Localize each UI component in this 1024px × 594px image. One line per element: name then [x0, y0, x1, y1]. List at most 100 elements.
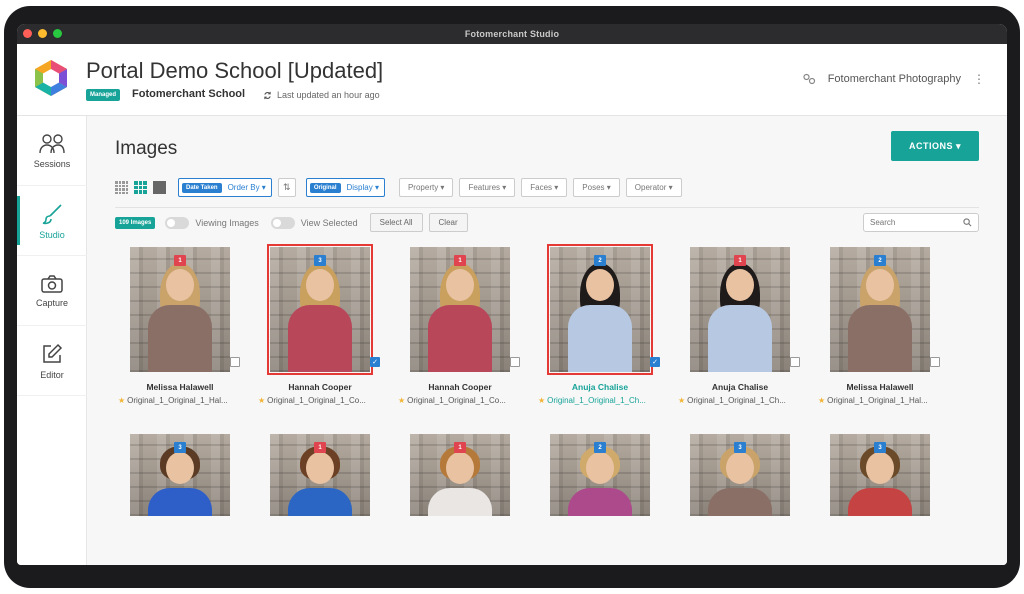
- pose-badge: 1: [734, 255, 746, 266]
- student-name: Melissa Halawell: [846, 382, 914, 392]
- page-title: Images: [115, 138, 178, 159]
- pose-badge: 3: [874, 442, 886, 453]
- order-chip: Date Taken: [182, 182, 222, 193]
- image-card[interactable]: 3: [830, 434, 970, 516]
- sidebar-item-label: Studio: [39, 229, 65, 240]
- pose-badge: 2: [594, 255, 606, 266]
- search-icon[interactable]: [963, 218, 972, 227]
- student-name: Hannah Cooper: [428, 382, 492, 392]
- display-chip: Original: [309, 182, 341, 193]
- search-input[interactable]: [870, 218, 963, 227]
- image-count-badge: 109 Images: [115, 216, 156, 229]
- project-title: Portal Demo School [Updated]: [86, 58, 384, 83]
- search-box[interactable]: [863, 213, 979, 232]
- image-card[interactable]: 1: [270, 434, 410, 516]
- brush-icon: [42, 203, 62, 224]
- sidebar-item-capture[interactable]: Capture: [17, 256, 87, 326]
- select-checkbox[interactable]: ✓: [370, 357, 380, 367]
- file-name: ★ Original_1_Original_1_Hal...: [818, 396, 928, 405]
- image-thumbnail[interactable]: 3: [830, 434, 930, 516]
- pose-badge: 1: [454, 442, 466, 453]
- pose-badge: 1: [454, 255, 466, 266]
- poses-filter[interactable]: Poses ▾: [573, 178, 620, 197]
- file-name: ★ Original_1_Original_1_Co...: [398, 396, 506, 405]
- image-card[interactable]: 3 ✓ Hannah Cooper ★ Original_1_Original_1…: [258, 244, 410, 405]
- display-label: Display ▾: [346, 183, 379, 192]
- image-card[interactable]: 3: [130, 434, 270, 516]
- order-by-dropdown[interactable]: Date Taken Order By ▾: [178, 178, 272, 197]
- image-thumbnail[interactable]: 1: [410, 247, 520, 372]
- features-filter[interactable]: Features ▾: [459, 178, 516, 197]
- header-right: Fotomerchant Photography ⋮: [802, 72, 985, 86]
- select-checkbox[interactable]: [930, 357, 940, 367]
- student-name: Melissa Halawell: [146, 382, 214, 392]
- image-thumbnail[interactable]: 3: [130, 434, 230, 516]
- image-card[interactable]: 3: [690, 434, 830, 516]
- edit-icon: [43, 343, 63, 363]
- actions-button[interactable]: ACTIONS ▾: [891, 131, 979, 161]
- display-dropdown[interactable]: Original Display ▾: [305, 178, 385, 197]
- close-window-button[interactable]: [23, 29, 32, 38]
- image-thumbnail[interactable]: 1: [130, 247, 240, 372]
- select-checkbox[interactable]: [230, 357, 240, 367]
- organization-name[interactable]: Fotomerchant Photography: [828, 73, 961, 85]
- pose-badge: 3: [734, 442, 746, 453]
- image-card[interactable]: 1 Hannah Cooper ★ Original_1_Original_1_C…: [398, 247, 550, 405]
- window-controls: [23, 29, 62, 38]
- image-thumbnail[interactable]: 2: [550, 434, 650, 516]
- sync-icon[interactable]: [263, 91, 272, 100]
- operator-filter[interactable]: Operator ▾: [625, 178, 682, 197]
- image-card[interactable]: 2: [550, 434, 690, 516]
- app-window: Fotomerchant Studio Portal Demo School […: [17, 24, 1007, 565]
- image-card[interactable]: 2 ✓ Anuja Chalise ★ Original_1_Original_1…: [538, 244, 690, 405]
- clear-button[interactable]: Clear: [428, 213, 468, 232]
- main-content: Images ACTIONS ▾ Date Taken Order By ▾ ⇅…: [87, 116, 1007, 565]
- file-name: ★ Original_1_Original_1_Ch...: [538, 396, 646, 405]
- viewing-images-toggle[interactable]: [165, 216, 190, 229]
- sidebar-item-sessions[interactable]: Sessions: [17, 116, 87, 186]
- select-checkbox[interactable]: [790, 357, 800, 367]
- image-thumbnail[interactable]: 3: [690, 434, 790, 516]
- more-options-icon[interactable]: ⋮: [973, 72, 985, 86]
- pose-badge: 2: [874, 255, 886, 266]
- medium-grid-icon[interactable]: [134, 181, 147, 194]
- faces-filter[interactable]: Faces ▾: [521, 178, 568, 197]
- rating-star-icon: ★: [818, 396, 826, 405]
- image-thumbnail[interactable]: 1: [690, 247, 800, 372]
- image-thumbnail[interactable]: 2 ✓: [547, 244, 660, 375]
- image-thumbnail[interactable]: 3 ✓: [267, 244, 380, 375]
- settings-icon[interactable]: [802, 73, 816, 85]
- sidebar-item-editor[interactable]: Editor: [17, 326, 87, 396]
- last-updated-text: Last updated an hour ago: [277, 90, 380, 100]
- view-mode-switch: [115, 181, 166, 194]
- select-all-button[interactable]: Select All: [369, 213, 423, 232]
- large-view-icon[interactable]: [153, 181, 166, 194]
- select-checkbox[interactable]: [510, 357, 520, 367]
- school-name: Fotomerchant School: [132, 88, 246, 100]
- title-bar: Fotomerchant Studio: [17, 24, 1007, 44]
- fotomerchant-logo-icon[interactable]: [31, 58, 71, 98]
- image-card[interactable]: 1 Melissa Halawell ★ Original_1_Original_…: [118, 247, 270, 405]
- window-title: Fotomerchant Studio: [464, 29, 560, 39]
- image-card[interactable]: 1: [410, 434, 550, 516]
- managed-badge: Managed: [86, 89, 121, 101]
- view-selected-toggle[interactable]: [270, 216, 295, 229]
- small-grid-icon[interactable]: [115, 181, 128, 194]
- image-thumbnail[interactable]: 1: [410, 434, 510, 516]
- property-filter[interactable]: Property ▾: [398, 178, 454, 197]
- users-icon: [39, 133, 65, 153]
- image-card[interactable]: 1 Anuja Chalise ★ Original_1_Original_1_C…: [678, 247, 830, 405]
- image-card[interactable]: 2 Melissa Halawell ★ Original_1_Original_…: [818, 247, 970, 405]
- rating-star-icon: ★: [678, 396, 686, 405]
- sort-direction-icon[interactable]: ⇅: [277, 178, 296, 197]
- minimize-window-button[interactable]: [38, 29, 47, 38]
- image-thumbnail[interactable]: 1: [270, 434, 370, 516]
- last-updated: Last updated an hour ago: [263, 90, 380, 100]
- image-thumbnail[interactable]: 2: [830, 247, 940, 372]
- rating-star-icon: ★: [538, 396, 546, 405]
- select-checkbox[interactable]: ✓: [650, 357, 660, 367]
- maximize-window-button[interactable]: [53, 29, 62, 38]
- pose-badge: 1: [174, 255, 186, 266]
- sidebar-item-studio[interactable]: Studio: [17, 186, 87, 256]
- order-by-label: Order By ▾: [227, 183, 266, 192]
